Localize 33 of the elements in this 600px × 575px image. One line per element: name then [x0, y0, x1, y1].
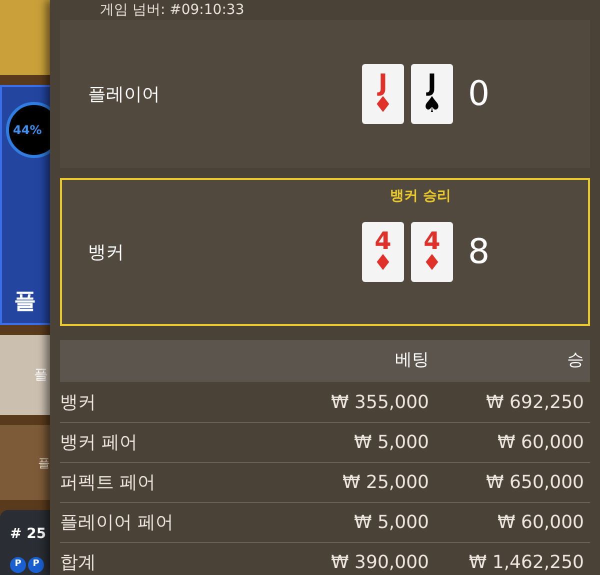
table-cell-text: ₩ 25,000	[341, 471, 429, 495]
playing-card: J ♦	[362, 64, 404, 124]
table-cell-text: ₩ 355,000	[330, 390, 429, 414]
hand-name: 뱅커	[88, 240, 124, 264]
table-cell-text: 합계	[60, 551, 97, 575]
hand-name: 플레이어	[88, 82, 160, 106]
table-cell-text: ₩ 60,000	[496, 431, 584, 455]
table-cell-text: ₩ 692,250	[485, 390, 584, 414]
table-cell-text: ₩ 1,462,250	[468, 551, 584, 575]
pair-marker: P	[28, 557, 44, 573]
bet-tile[interactable]: 플	[0, 425, 52, 500]
table-cell-text: ₩ 5,000	[352, 431, 429, 455]
column-header: 승	[566, 349, 584, 372]
table-cell-text: ₩ 390,000	[330, 551, 429, 575]
table-cell-text: ₩ 60,000	[496, 511, 584, 535]
hand-score: 8	[468, 230, 490, 274]
table-cell-text: 뱅커	[60, 390, 97, 414]
pair-marker: P	[10, 557, 26, 573]
column-header: 베팅	[394, 349, 429, 372]
table-cell-text: 퍼펙트 페어	[60, 471, 157, 495]
game-number: 게임 넘버: #09:10:33	[99, 1, 246, 18]
playing-card: 4 ♦	[362, 222, 404, 282]
table-cell-text: ₩ 5,000	[352, 511, 429, 535]
hand-score: 0	[468, 72, 490, 116]
playing-card: 4 ♦	[411, 222, 453, 282]
table-cell-text: 뱅커 페어	[60, 431, 139, 455]
playing-card: J ♠	[411, 64, 453, 124]
spot-label: 플	[14, 288, 36, 316]
round-label: # 25	[10, 525, 48, 544]
progress-badge: 44%	[6, 102, 52, 158]
table-cell-text: 플레이어 페어	[60, 511, 175, 535]
result-label: 뱅커 승리	[390, 187, 451, 206]
table-cell-text: ₩ 650,000	[485, 471, 584, 495]
